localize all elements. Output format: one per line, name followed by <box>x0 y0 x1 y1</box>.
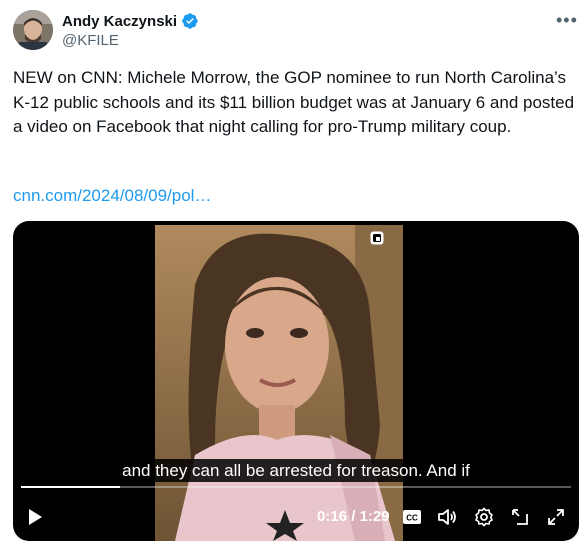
verified-badge-icon <box>182 13 198 29</box>
video-caption: and they can all be arrested for treason… <box>13 459 579 482</box>
popout-icon[interactable] <box>510 507 530 527</box>
video-progress-bar[interactable] <box>21 486 571 488</box>
closed-captions-icon[interactable]: CC <box>403 510 421 524</box>
avatar-image <box>13 10 53 50</box>
video-player[interactable]: and they can all be arrested for treason… <box>13 221 579 541</box>
svg-text:CC: CC <box>406 514 418 523</box>
tweet-link[interactable]: cnn.com/2024/08/09/pol… <box>13 186 211 206</box>
avatar[interactable] <box>13 10 53 50</box>
author-handle[interactable]: @KFILE <box>62 32 119 49</box>
video-time: 0:16 / 1:29 <box>317 508 390 525</box>
video-caption-text: and they can all be arrested for treason… <box>116 459 476 482</box>
video-controls: 0:16 / 1:29 CC <box>13 501 579 533</box>
play-icon[interactable] <box>27 508 43 526</box>
video-frame <box>155 225 403 541</box>
volume-icon[interactable] <box>437 507 457 527</box>
video-progress-fill <box>21 486 120 488</box>
settings-gear-icon[interactable] <box>474 507 494 527</box>
author-name[interactable]: Andy Kaczynski <box>62 13 177 30</box>
fullscreen-icon[interactable] <box>546 507 566 527</box>
more-options-icon[interactable]: ••• <box>556 10 578 31</box>
tweet-text: NEW on CNN: Michele Morrow, the GOP nomi… <box>13 68 575 136</box>
picture-in-picture-icon[interactable] <box>370 231 384 245</box>
